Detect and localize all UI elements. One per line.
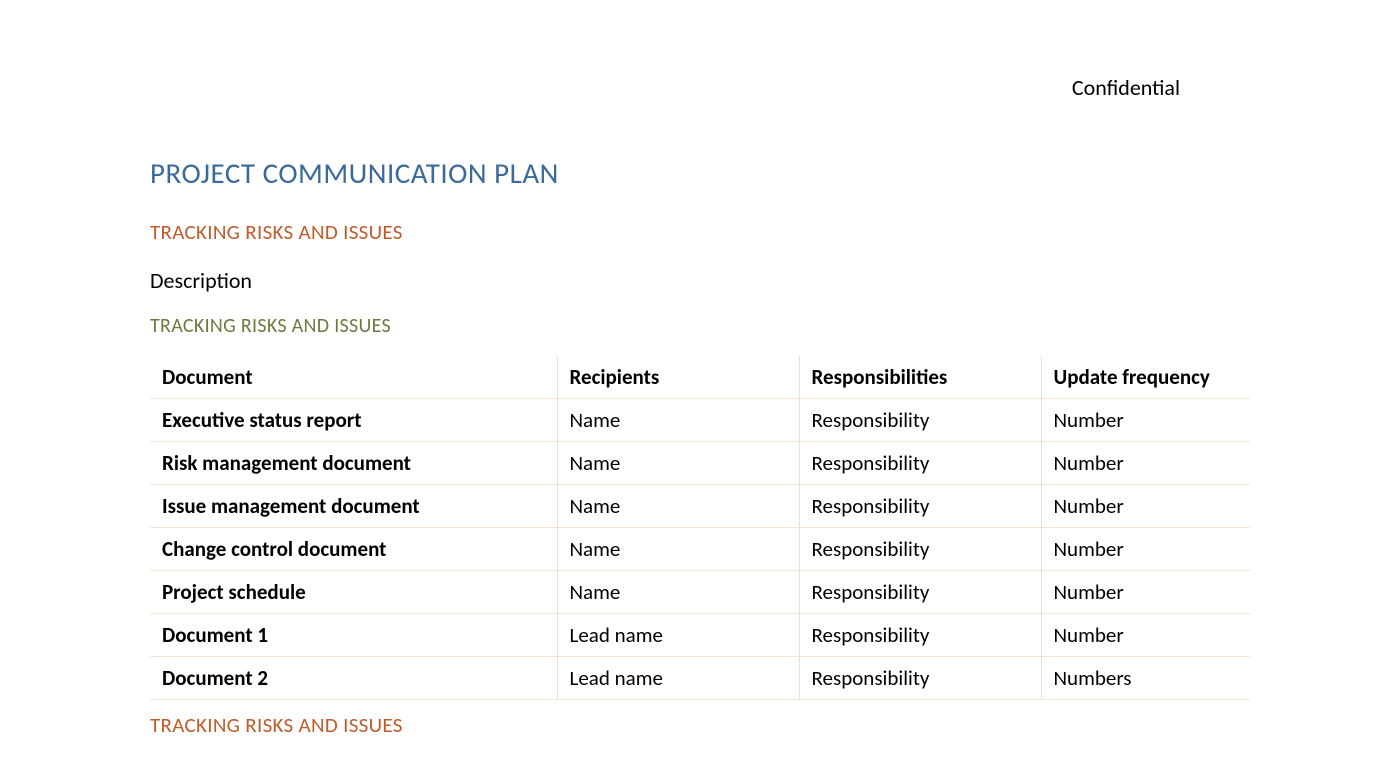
table-row: Issue management document Name Responsib… xyxy=(150,485,1250,528)
cell-document: Issue management document xyxy=(150,485,557,528)
cell-responsibilities: Responsibility xyxy=(799,399,1041,442)
cell-responsibilities: Responsibility xyxy=(799,657,1041,700)
cell-responsibilities: Responsibility xyxy=(799,442,1041,485)
col-header-frequency: Update frequency xyxy=(1041,356,1250,399)
table-row: Project schedule Name Responsibility Num… xyxy=(150,571,1250,614)
cell-frequency: Number xyxy=(1041,485,1250,528)
section-heading-tracking-1: TRACKING RISKS AND ISSUES xyxy=(150,219,1250,245)
cell-document: Document 2 xyxy=(150,657,557,700)
table-row: Risk management document Name Responsibi… xyxy=(150,442,1250,485)
table-row: Change control document Name Responsibil… xyxy=(150,528,1250,571)
cell-document: Risk management document xyxy=(150,442,557,485)
cell-responsibilities: Responsibility xyxy=(799,528,1041,571)
table-row: Document 1 Lead name Responsibility Numb… xyxy=(150,614,1250,657)
cell-recipients: Name xyxy=(557,485,799,528)
col-header-document: Document xyxy=(150,356,557,399)
cell-recipients: Lead name xyxy=(557,657,799,700)
table-row: Document 2 Lead name Responsibility Numb… xyxy=(150,657,1250,700)
section-subheading-tracking: TRACKING RISKS AND ISSUES xyxy=(150,314,1250,338)
cell-responsibilities: Responsibility xyxy=(799,485,1041,528)
cell-recipients: Lead name xyxy=(557,614,799,657)
cell-frequency: Number xyxy=(1041,571,1250,614)
cell-recipients: Name xyxy=(557,528,799,571)
cell-responsibilities: Responsibility xyxy=(799,571,1041,614)
table-body: Executive status report Name Responsibil… xyxy=(150,399,1250,700)
table-row: Executive status report Name Responsibil… xyxy=(150,399,1250,442)
cell-document: Document 1 xyxy=(150,614,557,657)
tracking-table: Document Recipients Responsibilities Upd… xyxy=(150,356,1250,700)
section-heading-tracking-2: TRACKING RISKS AND ISSUES xyxy=(150,712,1250,738)
col-header-responsibilities: Responsibilities xyxy=(799,356,1041,399)
cell-document: Executive status report xyxy=(150,399,557,442)
cell-frequency: Numbers xyxy=(1041,657,1250,700)
cell-frequency: Number xyxy=(1041,399,1250,442)
cell-recipients: Name xyxy=(557,571,799,614)
col-header-recipients: Recipients xyxy=(557,356,799,399)
cell-recipients: Name xyxy=(557,399,799,442)
tracking-table-wrap: Document Recipients Responsibilities Upd… xyxy=(150,356,1250,700)
cell-responsibilities: Responsibility xyxy=(799,614,1041,657)
cell-frequency: Number xyxy=(1041,442,1250,485)
cell-recipients: Name xyxy=(557,442,799,485)
cell-frequency: Number xyxy=(1041,528,1250,571)
cell-document: Change control document xyxy=(150,528,557,571)
page-title: PROJECT COMMUNICATION PLAN xyxy=(150,155,1250,191)
cell-document: Project schedule xyxy=(150,571,557,614)
section-description: Description xyxy=(150,267,1250,294)
table-header-row: Document Recipients Responsibilities Upd… xyxy=(150,356,1250,399)
confidential-marker: Confidential xyxy=(1072,74,1180,101)
cell-frequency: Number xyxy=(1041,614,1250,657)
document-page: Confidential PROJECT COMMUNICATION PLAN … xyxy=(0,0,1400,738)
